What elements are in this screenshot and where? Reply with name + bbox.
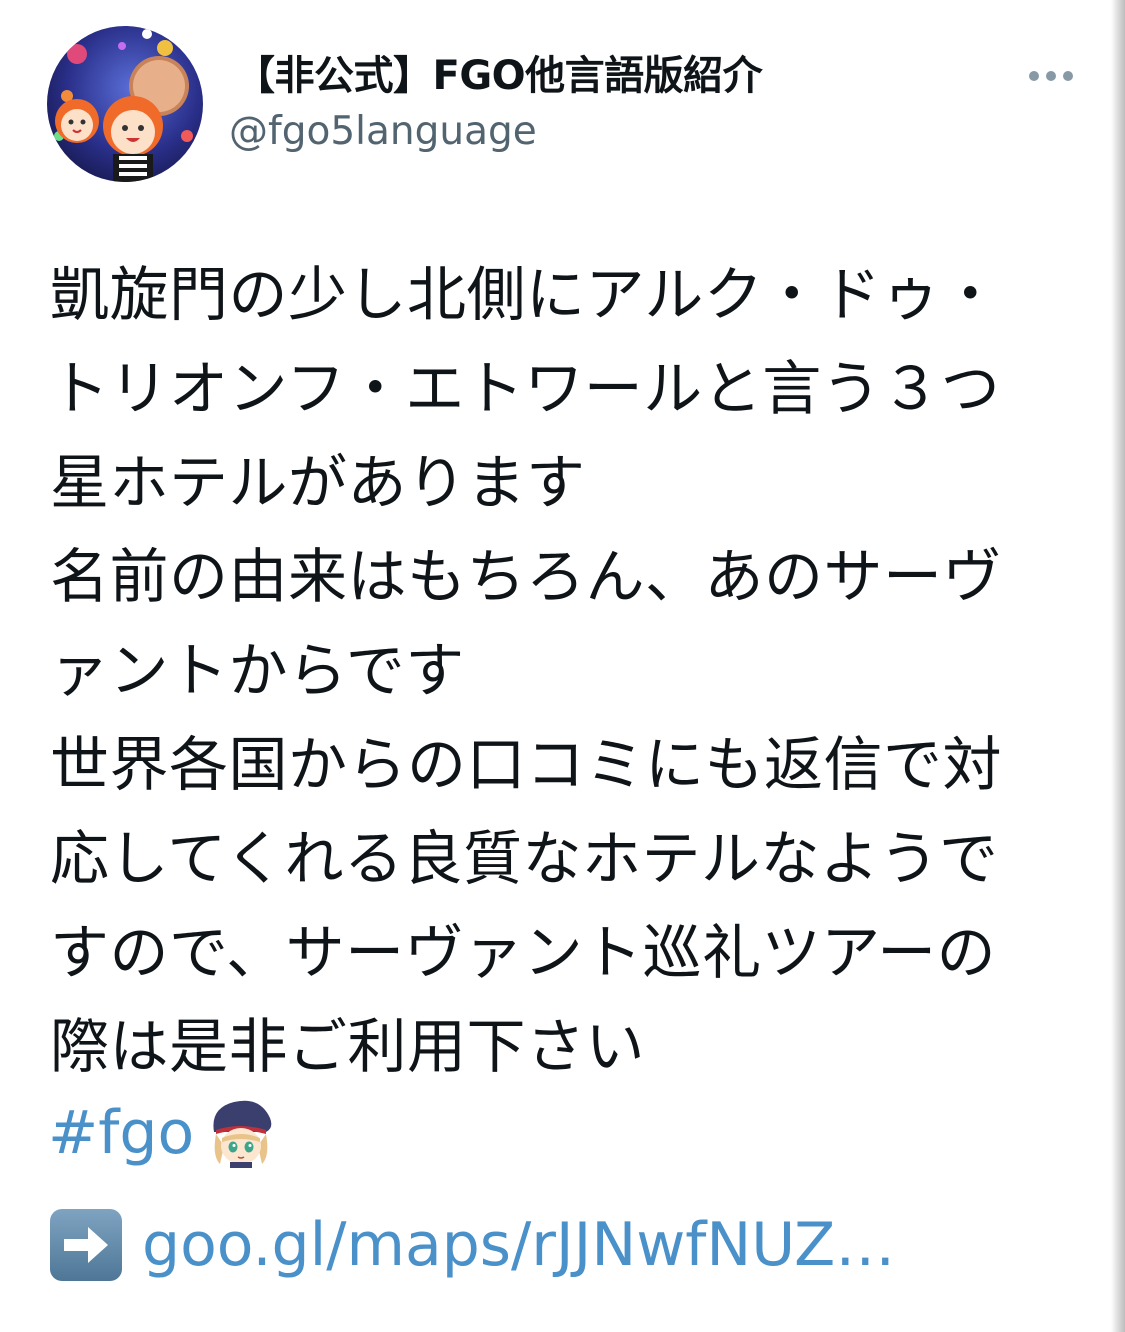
more-horizontal-icon [1029,71,1073,81]
tweet-card: 【非公式】FGO他言語版紹介 @fgo5language 凱旋門の少し北側にアル… [0,0,1125,1332]
tweet-text-line: 星ホテルがあります [50,448,586,517]
window-edge [1111,0,1125,1332]
tweet-text-line: 名前の由来はもちろん、あのサーヴ [50,542,1003,611]
more-options-button[interactable] [1022,56,1080,96]
right-arrow-emoji-icon [50,1209,122,1281]
user-handle[interactable]: @fgo5language [229,106,537,158]
hashtag-link[interactable]: #fgo [48,1095,194,1171]
tweet-text-line: すので、サーヴァント巡礼ツアーの [50,918,997,987]
avatar[interactable] [47,26,203,182]
tweet-text-line: 凱旋門の少し北側にアルク・ドゥ・ [50,260,1001,329]
link-row: goo.gl/maps/rJJNwfNUZ… [50,1205,895,1285]
tweet-text-line: トリオンフ・エトワールと言う３つ [50,354,1001,423]
tweet-text: 凱旋門の少し北側にアルク・ドゥ・ トリオンフ・エトワールと言う３つ 星ホテルがあ… [50,248,1050,1094]
hashtag-row: #fgo [48,1095,278,1171]
avatar-image [47,26,203,182]
character-emoji-icon [204,1094,278,1172]
display-name[interactable]: 【非公式】FGO他言語版紹介 [235,48,763,104]
tweet-text-line: 際は是非ご利用下さい [50,1012,646,1081]
maps-link[interactable]: goo.gl/maps/rJJNwfNUZ… [142,1205,895,1285]
tweet-text-line: 世界各国からの口コミにも返信で対 [50,730,1003,799]
tweet-text-line: 応してくれる良質なホテルなようで [50,824,999,893]
tweet-text-line: ァントからです [50,636,465,705]
